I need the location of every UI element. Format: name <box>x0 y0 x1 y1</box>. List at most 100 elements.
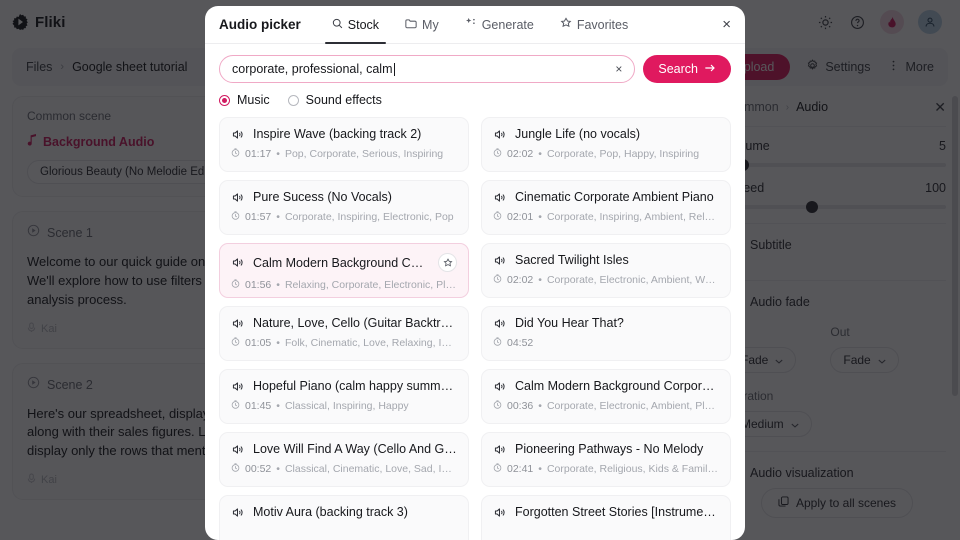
audio-track-tags: Classical, Inspiring, Happy <box>284 400 409 412</box>
audio-track-header: Nature, Love, Cello (Guitar Backtrac… <box>231 316 457 330</box>
audio-track-meta: 01:57 • Corporate, Inspiring, Electronic, … <box>231 211 457 223</box>
audio-track-item[interactable]: Jungle Life (no vocals) 02:02 • Corporate, … <box>481 117 731 172</box>
audio-track-header: Motiv Aura (backing track 3) <box>231 505 457 519</box>
audio-track-item[interactable]: Pure Sucess (No Vocals) 01:57 • Corporate, … <box>219 180 469 235</box>
audio-type-filters: Music Sound effects <box>219 93 731 107</box>
audio-track-item[interactable]: Inspire Wave (backing track 2) 01:17 • Pop,… <box>219 117 469 172</box>
search-zone: corporate, professional, calm × Search M… <box>205 44 745 107</box>
speaker-icon[interactable] <box>493 380 506 393</box>
audio-track-item[interactable]: Nature, Love, Cello (Guitar Backtrac… 01:… <box>219 306 469 361</box>
favorite-star-icon[interactable] <box>438 253 457 272</box>
speaker-icon[interactable] <box>231 506 244 519</box>
audio-track-item[interactable]: Sacred Twilight Isles 02:02 • Corporate, El… <box>481 243 731 298</box>
audio-track-meta: 02:02 • Corporate, Electronic, Ambient, Wo… <box>493 274 719 286</box>
clock-icon <box>493 400 502 412</box>
tab-my[interactable]: My <box>392 6 452 43</box>
audio-track-item[interactable]: Calm Modern Background Corporate 01:56 • Re… <box>219 243 469 298</box>
clock-icon <box>493 274 502 286</box>
speaker-icon[interactable] <box>493 506 506 519</box>
meta-separator-dot: • <box>538 274 542 286</box>
audio-track-header: Sacred Twilight Isles <box>493 253 719 267</box>
clock-icon <box>231 337 240 349</box>
audio-track-duration: 04:52 <box>507 337 534 349</box>
audio-track-item[interactable]: Calm Modern Background Corporate [ V… 00:… <box>481 369 731 424</box>
audio-track-duration: 02:41 <box>507 463 534 475</box>
clock-icon <box>231 148 240 160</box>
audio-track-meta: 01:45 • Classical, Inspiring, Happy <box>231 400 457 412</box>
folder-icon <box>405 18 417 32</box>
audio-track-tags: Folk, Cinematic, Love, Relaxing, Inspiri… <box>284 337 457 349</box>
star-icon <box>560 17 572 32</box>
audio-track-header: Cinematic Corporate Ambient Piano <box>493 190 719 204</box>
clear-search-icon[interactable]: × <box>615 63 622 75</box>
audio-track-header: Forgotten Street Stories [Instrument… <box>493 505 719 519</box>
meta-separator-dot: • <box>538 463 542 475</box>
speaker-icon[interactable] <box>493 317 506 330</box>
speaker-icon[interactable] <box>231 317 244 330</box>
speaker-icon[interactable] <box>231 443 244 456</box>
audio-track-duration: 02:02 <box>507 274 534 286</box>
meta-separator-dot: • <box>538 400 542 412</box>
filter-sound-effects-label: Sound effects <box>305 93 382 107</box>
audio-track-tags: Pop, Corporate, Serious, Inspiring <box>284 148 444 160</box>
audio-track-title: Motiv Aura (backing track 3) <box>253 505 408 519</box>
audio-track-title: Hopeful Piano (calm happy summer cla… <box>253 379 457 393</box>
audio-track-tags: Classical, Cinematic, Love, Sad, Inspiri… <box>284 463 457 475</box>
audio-track-item[interactable]: Pioneering Pathways - No Melody 02:41 • Cor… <box>481 432 731 487</box>
audio-track-item[interactable]: Motiv Aura (backing track 3) <box>219 495 469 540</box>
tab-stock[interactable]: Stock <box>319 6 392 44</box>
audio-track-tags: Corporate, Inspiring, Ambient, Relaxing,… <box>546 211 719 223</box>
audio-track-item[interactable]: Cinematic Corporate Ambient Piano 02:01 • C… <box>481 180 731 235</box>
speaker-icon[interactable] <box>231 256 244 269</box>
filter-music[interactable]: Music <box>219 93 270 107</box>
tab-generate[interactable]: Generate <box>452 6 547 43</box>
speaker-icon[interactable] <box>231 380 244 393</box>
tab-generate-label: Generate <box>481 17 534 32</box>
audio-track-header: Jungle Life (no vocals) <box>493 127 719 141</box>
filter-sound-effects-radio[interactable] <box>287 94 299 106</box>
audio-track-tags: Corporate, Electronic, Ambient, World, P… <box>546 274 719 286</box>
audio-track-meta: 01:05 • Folk, Cinematic, Love, Relaxing, I… <box>231 337 457 349</box>
arrow-right-icon <box>704 62 716 76</box>
audio-track-duration: 00:52 <box>245 463 272 475</box>
sparkle-icon <box>465 17 477 32</box>
speaker-icon[interactable] <box>231 191 244 204</box>
audio-track-tags: Corporate, Electronic, Ambient, Playful <box>546 400 719 412</box>
audio-picker-modal: Audio picker Stock My Generate Favorites… <box>205 6 745 540</box>
speaker-icon[interactable] <box>493 128 506 141</box>
audio-track-header: Pure Sucess (No Vocals) <box>231 190 457 204</box>
speaker-icon[interactable] <box>493 254 506 267</box>
audio-track-item[interactable]: Love Will Find A Way (Cello And Guit… 00:… <box>219 432 469 487</box>
modal-tabs: Stock My Generate Favorites <box>319 6 641 44</box>
audio-track-duration: 02:01 <box>507 211 534 223</box>
audio-track-meta: 01:56 • Relaxing, Corporate, Electronic, P… <box>231 279 457 291</box>
tab-favorites-label: Favorites <box>576 17 629 32</box>
close-icon[interactable]: × <box>722 17 731 32</box>
tab-favorites[interactable]: Favorites <box>547 6 641 43</box>
audio-track-meta: 01:17 • Pop, Corporate, Serious, Inspiring <box>231 148 457 160</box>
search-input[interactable]: corporate, professional, calm × <box>219 55 636 83</box>
speaker-icon[interactable] <box>493 191 506 204</box>
audio-track-title: Forgotten Street Stories [Instrument… <box>515 505 719 519</box>
audio-track-tags: Corporate, Inspiring, Electronic, Pop <box>284 211 454 223</box>
filter-sound-effects[interactable]: Sound effects <box>287 93 382 107</box>
clock-icon <box>493 463 502 475</box>
speaker-icon[interactable] <box>493 443 506 456</box>
audio-track-item[interactable]: Forgotten Street Stories [Instrument… <box>481 495 731 540</box>
audio-track-item[interactable]: Did You Hear That? 04:52 <box>481 306 731 361</box>
meta-separator-dot: • <box>276 148 280 160</box>
audio-track-title: Pioneering Pathways - No Melody <box>515 442 704 456</box>
audio-track-title: Pure Sucess (No Vocals) <box>253 190 392 204</box>
search-button[interactable]: Search <box>643 55 731 83</box>
audio-track-meta: 00:36 • Corporate, Electronic, Ambient, Pl… <box>493 400 719 412</box>
audio-track-header: Love Will Find A Way (Cello And Guit… <box>231 442 457 456</box>
audio-track-title: Love Will Find A Way (Cello And Guit… <box>253 442 457 456</box>
audio-track-header: Did You Hear That? <box>493 316 719 330</box>
filter-music-radio[interactable] <box>219 94 230 106</box>
speaker-icon[interactable] <box>231 128 244 141</box>
audio-track-header: Calm Modern Background Corporate <box>231 253 457 272</box>
audio-results-grid[interactable]: Inspire Wave (backing track 2) 01:17 • Pop,… <box>205 107 745 540</box>
audio-track-header: Inspire Wave (backing track 2) <box>231 127 457 141</box>
audio-track-item[interactable]: Hopeful Piano (calm happy summer cla… 01:… <box>219 369 469 424</box>
tab-stock-label: Stock <box>347 17 380 32</box>
